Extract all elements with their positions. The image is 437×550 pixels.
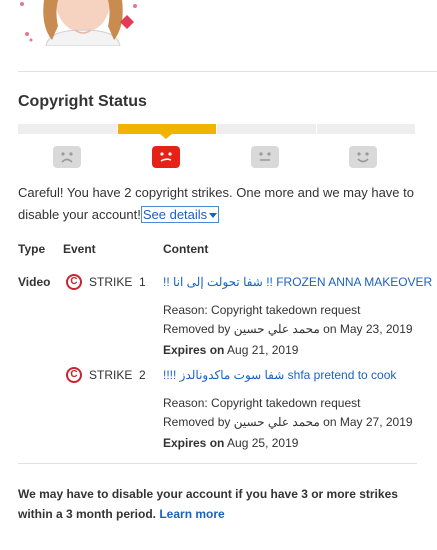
divider: [18, 463, 417, 464]
strike-warning: Careful! You have 2 copyright strikes. O…: [18, 182, 423, 226]
strike-label: STRIKE 1: [89, 275, 146, 289]
learn-more-link[interactable]: Learn more: [159, 507, 224, 521]
chevron-down-icon: [209, 213, 218, 219]
strike-1-expires: Expires on Aug 21, 2019: [163, 343, 299, 357]
type-video: Video: [18, 275, 51, 289]
section-title: Copyright Status: [18, 93, 147, 110]
header-event: Event: [63, 242, 96, 256]
meter-segment-1: [18, 124, 117, 134]
see-details-button[interactable]: See details: [140, 206, 220, 223]
strike-1-reason: Reason: Copyright takedown request: [163, 303, 361, 317]
divider: [18, 71, 437, 72]
strike-label: STRIKE 2: [89, 368, 146, 382]
strike-2-reason: Reason: Copyright takedown request: [163, 396, 361, 410]
meter-segment-4: [316, 124, 415, 134]
copyright-status-page: Copyright Status Careful! You have 2 cop…: [0, 0, 437, 550]
strike-2-video-title-link[interactable]: !!!! شفا سوت ماكدونالدز shfa pretend to …: [163, 368, 396, 382]
strike-status-meter: [18, 124, 415, 134]
strike-1-video-title-link[interactable]: !! شفا تحولت إلى انا !! FROZEN ANNA MAKE…: [163, 275, 432, 289]
strike-1-removed: Removed by محمد علي حسين on May 23, 2019: [163, 322, 413, 336]
happy-face-icon: [349, 146, 377, 168]
header-type: Type: [18, 242, 46, 256]
strike-2-expires: Expires on Aug 25, 2019: [163, 436, 299, 450]
copyright-icon: C: [66, 274, 82, 290]
sad-face-icon: [53, 146, 81, 168]
frown-face-icon-active: [152, 146, 180, 168]
meter-pointer: [159, 133, 173, 139]
strike-2-removed: Removed by محمد علي حسين on May 27, 2019: [163, 415, 413, 429]
footer-note: We may have to disable your account if y…: [18, 484, 418, 524]
see-details-label: See details: [142, 207, 208, 222]
copyright-icon: C: [66, 367, 82, 383]
header-content: Content: [163, 242, 209, 256]
channel-avatar: [18, 0, 140, 46]
meter-segment-3: [217, 124, 316, 134]
neutral-face-icon: [251, 146, 279, 168]
